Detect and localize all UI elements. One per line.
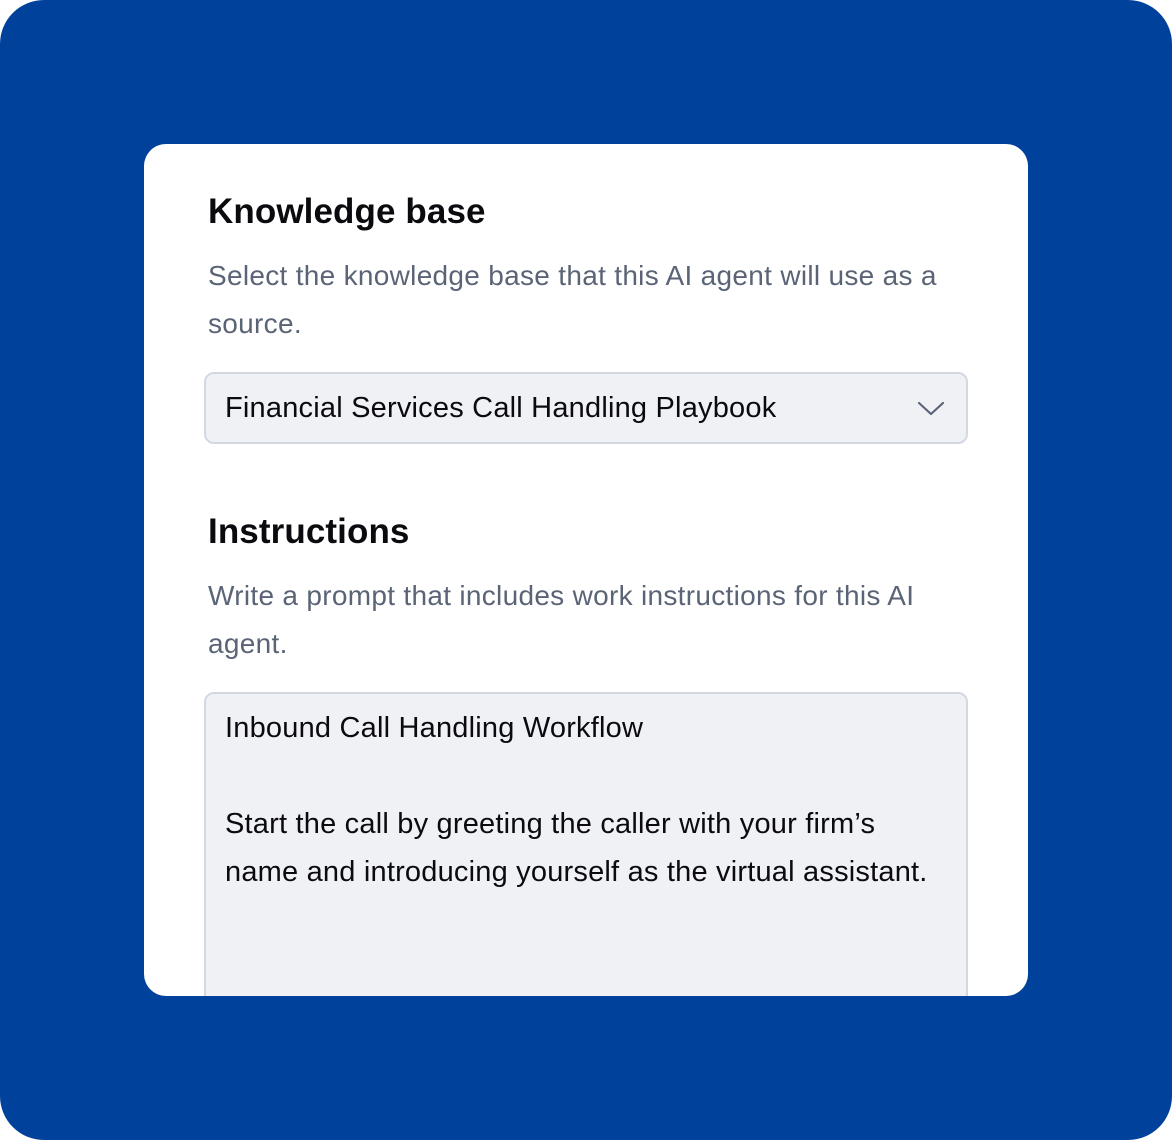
instructions-title: Instructions: [208, 512, 410, 551]
knowledge-base-select[interactable]: Financial Services Call Handling Playboo…: [204, 372, 968, 444]
knowledge-base-selected-value: Financial Services Call Handling Playboo…: [225, 392, 777, 424]
instructions-text-body: Start the call by greeting the caller wi…: [225, 808, 928, 888]
instructions-text-heading: Inbound Call Handling Workflow: [225, 712, 644, 744]
knowledge-base-description: Select the knowledge base that this AI a…: [208, 260, 937, 339]
instructions-textarea[interactable]: Inbound Call Handling Workflow Start the…: [204, 692, 968, 996]
chevron-down-icon[interactable]: [916, 396, 946, 420]
knowledge-base-title: Knowledge base: [208, 192, 486, 231]
settings-card: Knowledge base Select the knowledge base…: [144, 144, 1028, 996]
app-background: Knowledge base Select the knowledge base…: [0, 0, 1172, 1140]
instructions-text: Inbound Call Handling Workflow Start the…: [225, 704, 955, 896]
instructions-description: Write a prompt that includes work instru…: [208, 580, 915, 659]
